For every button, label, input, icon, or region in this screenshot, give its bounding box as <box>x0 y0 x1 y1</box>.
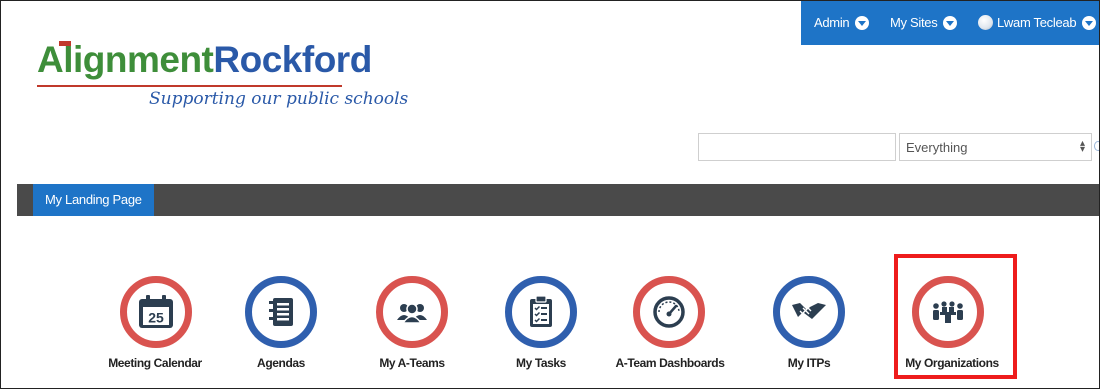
tile-my-a-teams[interactable]: My A-Teams <box>337 276 487 376</box>
logo-underline <box>37 85 342 87</box>
calendar-icon: 25 <box>120 276 192 348</box>
site-logo[interactable]: AlignmentRockford Supporting our public … <box>37 39 408 129</box>
speedometer-icon <box>633 276 705 348</box>
svg-text:25: 25 <box>148 310 164 326</box>
notebook-icon <box>245 276 317 348</box>
tile-my-tasks[interactable]: My Tasks <box>466 276 616 376</box>
logo-tagline: Supporting our public schools <box>149 89 409 109</box>
avatar <box>978 15 993 31</box>
tile-a-team-dashboards[interactable]: A-Team Dashboards <box>595 276 745 376</box>
tile-agendas[interactable]: Agendas <box>206 276 356 376</box>
logo-wordmark: AlignmentRockford <box>37 39 372 80</box>
page-frame: Admin My Sites Lwam Tecleab AlignmentRoc… <box>0 0 1100 389</box>
user-menu[interactable]: Lwam Tecleab <box>978 15 1097 31</box>
tile-label: A-Team Dashboards <box>615 356 725 370</box>
search-input[interactable] <box>698 133 896 161</box>
main-nav: My Landing Page <box>17 184 1099 216</box>
clipboard-checklist-icon <box>505 276 577 348</box>
tile-my-itps[interactable]: My ITPs <box>734 276 884 376</box>
search-go-icon[interactable] <box>1094 141 1099 151</box>
highlight-box <box>894 254 1017 379</box>
chevron-down-icon <box>943 15 958 30</box>
select-arrows-icon: ▴ ▾ <box>1079 138 1085 155</box>
tile-label: My A-Teams <box>379 356 445 370</box>
admin-menu[interactable]: Admin <box>814 15 870 31</box>
group-icon <box>376 276 448 348</box>
search-scope-value: Everything <box>906 140 968 155</box>
graduation-cap-icon <box>59 41 71 46</box>
admin-bar: Admin My Sites Lwam Tecleab <box>801 1 1099 45</box>
tile-label: My Tasks <box>516 356 566 370</box>
chevron-down-icon <box>1082 15 1097 30</box>
chevron-down-icon <box>855 15 870 30</box>
admin-menu-label: Admin <box>814 15 850 30</box>
tab-my-landing-page[interactable]: My Landing Page <box>33 184 154 216</box>
tile-label: My ITPs <box>787 356 831 370</box>
tile-label: Agendas <box>257 356 305 370</box>
user-name: Lwam Tecleab <box>997 15 1077 30</box>
my-sites-menu[interactable]: My Sites <box>890 15 958 31</box>
my-sites-label: My Sites <box>890 15 938 30</box>
search-scope-select[interactable]: Everything ▴ ▾ <box>899 133 1092 161</box>
handshake-icon <box>773 276 845 348</box>
